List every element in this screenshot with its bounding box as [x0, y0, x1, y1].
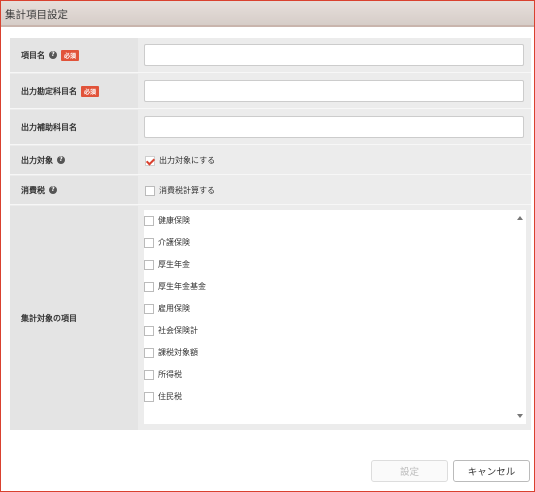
checkbox-icon[interactable]	[144, 281, 154, 292]
required-badge: 必須	[61, 49, 80, 61]
list-item[interactable]: 厚生年金基金	[144, 281, 206, 292]
consumption-tax-checkbox[interactable]: 消費税計算する	[145, 185, 215, 196]
scroll-down-arrow-icon[interactable]	[517, 414, 523, 418]
help-icon[interactable]: ?	[49, 186, 57, 194]
checkbox-icon[interactable]	[144, 391, 154, 402]
label-output-target: 出力対象 ?	[10, 146, 138, 174]
checkbox-icon[interactable]	[144, 215, 154, 226]
help-icon[interactable]: ?	[49, 51, 57, 59]
row-consumption-tax: 消費税 ? 消費税計算する	[10, 176, 531, 205]
required-badge: 必須	[81, 85, 100, 97]
settings-form: 項目名 ? 必須 出力勘定科目名 必須 出力補助科目名 出力対象 ? 出力対象に…	[10, 38, 531, 430]
list-item-label: 介護保険	[158, 238, 190, 247]
list-item[interactable]: 健康保険	[144, 215, 190, 226]
item-name-input[interactable]	[144, 44, 524, 66]
checkbox-icon[interactable]	[144, 303, 154, 314]
list-item-label: 所得税	[158, 370, 182, 379]
consumption-tax-checkbox-label: 消費税計算する	[159, 186, 215, 195]
row-output-account: 出力勘定科目名 必須	[10, 74, 531, 109]
dialog-titlebar[interactable]: 集計項目設定	[1, 1, 534, 27]
help-icon[interactable]: ?	[57, 156, 65, 164]
list-item[interactable]: 課税対象額	[144, 347, 198, 358]
checkbox-icon[interactable]	[144, 325, 154, 336]
label-output-sub-account: 出力補助科目名	[10, 110, 138, 144]
label-output-account: 出力勘定科目名 必須	[10, 74, 138, 108]
consumption-tax-label: 消費税	[21, 185, 45, 195]
row-item-name: 項目名 ? 必須	[10, 38, 531, 73]
output-target-label: 出力対象	[21, 155, 53, 165]
aggregate-items-list[interactable]: 健康保険 介護保険 厚生年金 厚生年金基金 雇用保険 社会保険計 課税対象額 所…	[144, 210, 526, 424]
checkbox-icon[interactable]	[144, 259, 154, 270]
checkbox-icon[interactable]	[144, 347, 154, 358]
row-output-target: 出力対象 ? 出力対象にする	[10, 146, 531, 175]
list-item-label: 雇用保険	[158, 304, 190, 313]
output-sub-account-input[interactable]	[144, 116, 524, 138]
label-aggregate-items: 集計対象の項目	[10, 206, 138, 430]
item-name-label: 項目名	[21, 50, 45, 60]
list-item-label: 健康保険	[158, 216, 190, 225]
output-sub-account-label: 出力補助科目名	[21, 122, 77, 132]
list-item-label: 厚生年金	[158, 260, 190, 269]
dialog-title: 集計項目設定	[5, 9, 68, 21]
list-item[interactable]: 雇用保険	[144, 303, 190, 314]
list-item[interactable]: 住民税	[144, 391, 182, 402]
row-output-sub-account: 出力補助科目名	[10, 110, 531, 145]
list-item[interactable]: 所得税	[144, 369, 182, 380]
list-item-label: 厚生年金基金	[158, 282, 206, 291]
list-item[interactable]: 介護保険	[144, 237, 190, 248]
scroll-up-arrow-icon[interactable]	[517, 216, 523, 220]
set-button[interactable]: 設定	[371, 460, 448, 482]
output-target-checkbox-label: 出力対象にする	[159, 156, 216, 165]
list-item[interactable]: 社会保険計	[144, 325, 198, 336]
row-aggregate-items: 集計対象の項目 健康保険 介護保険 厚生年金 厚生年金基金 雇用保険 社会保険計…	[10, 206, 531, 430]
aggregate-items-label: 集計対象の項目	[21, 313, 77, 323]
list-scrollbar[interactable]	[514, 210, 526, 424]
list-item[interactable]: 厚生年金	[144, 259, 190, 270]
output-account-label: 出力勘定科目名	[21, 86, 77, 96]
checkbox-checked-icon[interactable]	[145, 155, 155, 166]
checkbox-icon[interactable]	[145, 185, 155, 196]
checkbox-icon[interactable]	[144, 369, 154, 380]
list-item-label: 課税対象額	[158, 348, 198, 357]
checkbox-icon[interactable]	[144, 237, 154, 248]
aggregation-settings-dialog: 集計項目設定 項目名 ? 必須 出力勘定科目名 必須 出力補助科目名 出力対象 …	[0, 0, 535, 492]
label-consumption-tax: 消費税 ?	[10, 176, 138, 204]
list-item-label: 住民税	[158, 392, 182, 401]
list-item-label: 社会保険計	[158, 326, 198, 335]
cancel-button[interactable]: キャンセル	[453, 460, 530, 482]
output-account-input[interactable]	[144, 80, 524, 102]
label-item-name: 項目名 ? 必須	[10, 38, 138, 72]
output-target-checkbox[interactable]: 出力対象にする	[145, 155, 215, 166]
